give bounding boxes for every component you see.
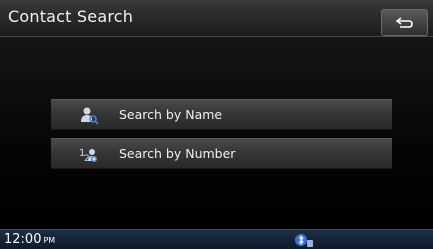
main-area (0, 37, 433, 229)
person-search-icon (81, 107, 99, 125)
header-bar: Contact Search (0, 0, 433, 37)
clock-time: 12:00 (4, 232, 42, 247)
search-by-name-button[interactable]: Search by Name (51, 99, 392, 130)
bluetooth-phone-icon (295, 234, 313, 247)
back-arrow-icon (395, 16, 413, 28)
clock-ampm: PM (43, 236, 56, 245)
number-search-icon: 1 2 (79, 148, 98, 164)
search-by-name-label: Search by Name (119, 107, 223, 122)
search-by-number-button[interactable]: 1 2 Search by Number (51, 138, 392, 169)
back-button[interactable] (381, 9, 428, 36)
search-by-number-label: Search by Number (119, 146, 236, 161)
page-title: Contact Search (8, 7, 134, 26)
status-bar: 12:00 PM (0, 229, 433, 249)
clock: 12:00 PM (4, 232, 55, 247)
